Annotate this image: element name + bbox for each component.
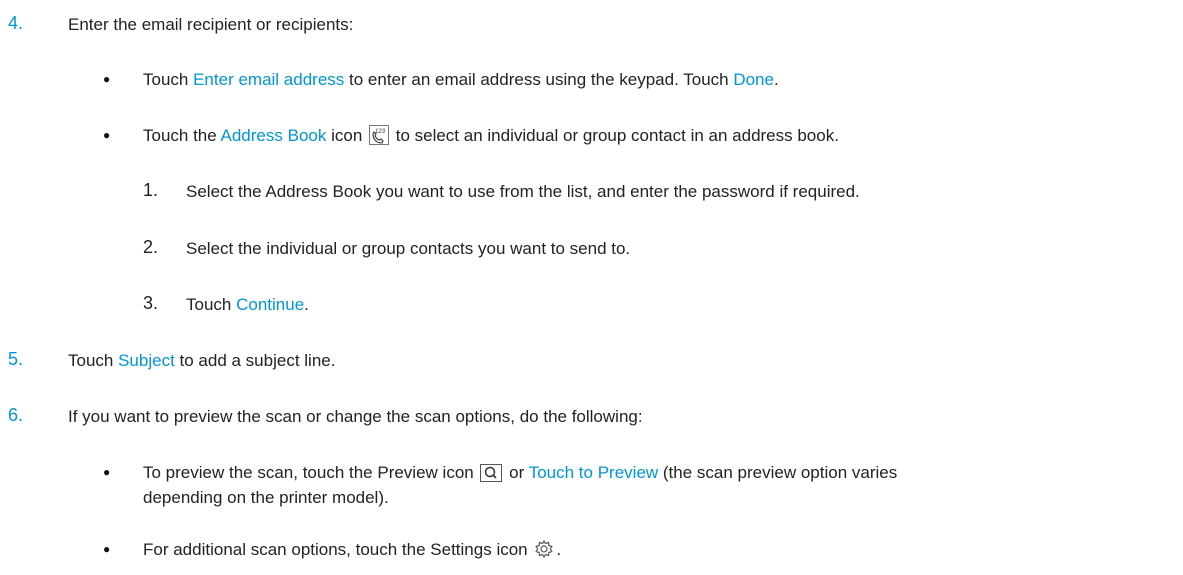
bullet-text: Touch — [143, 70, 194, 89]
bullet-text: to enter an email address using the keyp… — [344, 70, 734, 89]
bullet-continuation: depending on the printer model). — [143, 488, 389, 507]
bullet-text: to select an individual or group contact… — [391, 126, 839, 145]
bullet-text: Touch the — [143, 126, 221, 145]
bullet-icon: ● — [103, 128, 111, 142]
step-number: 5. — [8, 349, 24, 369]
substep-text: Select the Address Book you want to use … — [186, 182, 860, 201]
bullet-item: To preview the scan, touch the Preview i… — [143, 461, 897, 489]
substep-text-part: Touch — [186, 295, 237, 314]
subject-link[interactable]: Subject — [118, 351, 175, 370]
address-book-link[interactable]: Address Book — [221, 126, 327, 145]
bullet-text: For additional scan options, touch the S… — [143, 540, 533, 559]
bullet-icon: ● — [103, 72, 111, 86]
svg-text:123: 123 — [375, 129, 386, 135]
substep-text: Select the individual or group contacts … — [186, 239, 631, 258]
step-text: Touch Subject to add a subject line. — [68, 349, 335, 373]
enter-email-address-link[interactable]: Enter email address — [193, 70, 344, 89]
substep-text: Touch Continue. — [186, 293, 309, 317]
substep-number: 2. — [143, 237, 159, 257]
step-text: Enter the email recipient or recipients: — [68, 13, 353, 37]
step-4-text: Enter the email recipient or recipients: — [68, 15, 354, 34]
step-6-text: If you want to preview the scan or chang… — [68, 407, 643, 426]
touch-to-preview-link[interactable]: Touch to Preview — [529, 463, 658, 482]
bullet-text: (the scan preview option varies — [658, 463, 898, 482]
preview-icon — [480, 464, 503, 489]
step-number: 6. — [8, 405, 24, 425]
substep-text-part: . — [304, 295, 309, 314]
continue-link[interactable]: Continue — [236, 295, 304, 314]
bullet-item: Touch the Address Book icon 123 to selec… — [143, 124, 839, 152]
bullet-text: . — [556, 540, 562, 559]
address-book-icon: 123 — [369, 125, 389, 152]
step-text-part: to add a subject line. — [174, 351, 336, 370]
bullet-text: icon — [326, 126, 367, 145]
substep-number: 1. — [143, 180, 159, 200]
step-text-part: Touch — [68, 351, 119, 370]
done-link[interactable]: Done — [733, 70, 774, 89]
bullet-text: To preview the scan, touch the Preview i… — [143, 463, 479, 482]
step-number: 4. — [8, 13, 24, 33]
substep-number: 3. — [143, 293, 159, 313]
bullet-text: . — [773, 70, 779, 89]
bullet-item: Touch Enter email address to enter an em… — [143, 68, 779, 92]
settings-icon — [534, 539, 554, 566]
bullet-icon: ● — [103, 542, 111, 556]
bullet-text: or — [504, 463, 529, 482]
document-page: 4. Enter the email recipient or recipien… — [0, 0, 1183, 575]
bullet-item: For additional scan options, touch the S… — [143, 538, 561, 566]
bullet-icon: ● — [103, 465, 111, 479]
